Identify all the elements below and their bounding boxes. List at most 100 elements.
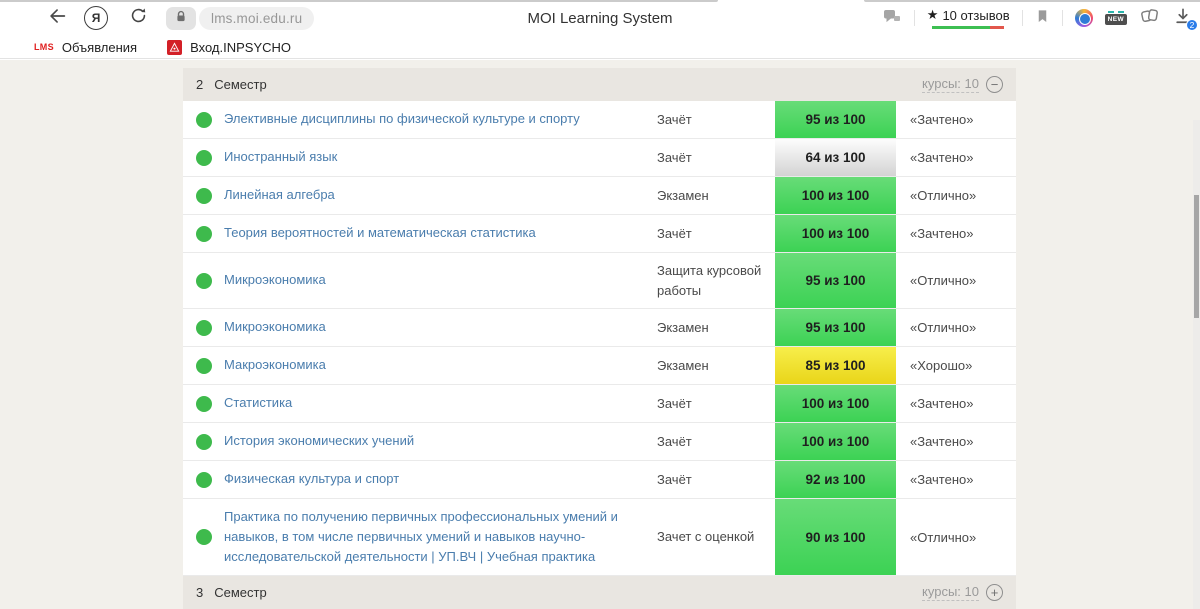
table-row: Статистика Зачёт 100 из 100 «Зачтено» (183, 385, 1016, 423)
course-status-dot-icon (196, 112, 212, 128)
refresh-button[interactable] (126, 6, 150, 30)
collections-button[interactable] (1139, 6, 1161, 31)
scrollbar-track (1193, 120, 1200, 609)
semester-3-controls: курсы: 10 + (922, 584, 1003, 601)
course-link[interactable]: Статистика (224, 385, 657, 421)
grade-text: «Хорошо» (896, 350, 1016, 381)
score-cell: 100 из 100 (775, 423, 896, 460)
status-dot-cell (183, 226, 224, 242)
courses-count-link[interactable]: курсы: 10 (922, 76, 979, 93)
course-status-dot-icon (196, 150, 212, 166)
course-link[interactable]: Микроэкономика (224, 309, 657, 345)
new-extension-icon: NEW (1105, 14, 1127, 25)
toolbar-separator (1062, 10, 1063, 26)
semester-number: 3 (196, 585, 203, 600)
semester-2-header: 2 Семестр курсы: 10 − (183, 68, 1016, 101)
assessment-type: Экзамен (657, 178, 775, 214)
course-link[interactable]: Макроэкономика (224, 347, 657, 383)
rating-bar-negative (990, 26, 1004, 29)
collapse-semester-button[interactable]: − (986, 76, 1003, 93)
bookmark-page-button[interactable] (1035, 7, 1050, 30)
score-cell: 90 из 100 (775, 499, 896, 575)
score-cell: 95 из 100 (775, 101, 896, 138)
grade-text: «Отлично» (896, 265, 1016, 296)
grade-text: «Отлично» (896, 180, 1016, 211)
score-cell: 64 из 100 (775, 139, 896, 176)
semester-title: Семестр (214, 585, 266, 600)
expand-semester-button[interactable]: + (986, 584, 1003, 601)
table-row: Макроэкономика Экзамен 85 из 100 «Хорошо… (183, 347, 1016, 385)
bookmark-item-inpsycho[interactable]: Вход.INPSYCHO (167, 40, 291, 55)
course-link[interactable]: Теория вероятностей и математическая ста… (224, 215, 657, 251)
bookmark-label: Вход.INPSYCHO (190, 40, 291, 55)
bookmark-item-announcements[interactable]: LMS Объявления (34, 40, 137, 55)
yandex-home-button[interactable]: Я (84, 6, 108, 30)
bookmark-label: Объявления (62, 40, 137, 55)
new-extension-dashes-icon (1108, 11, 1124, 13)
lock-icon (175, 10, 187, 28)
semester-2-controls: курсы: 10 − (922, 76, 1003, 93)
toolbar-right-icons: ★ 10 отзывов NEW (882, 0, 1195, 36)
extension-new-button[interactable]: NEW (1105, 11, 1127, 25)
assessment-type: Защита курсовой работы (657, 253, 775, 308)
grade-text: «Зачтено» (896, 218, 1016, 249)
course-table-rows: Элективные дисциплины по физической куль… (183, 101, 1016, 576)
table-row: Теория вероятностей и математическая ста… (183, 215, 1016, 253)
course-link[interactable]: Элективные дисциплины по физической куль… (224, 101, 657, 137)
table-row: Физическая культура и спорт Зачёт 92 из … (183, 461, 1016, 499)
assessment-type: Зачёт (657, 424, 775, 460)
yandex-logo-icon: Я (92, 11, 101, 25)
course-status-dot-icon (196, 358, 212, 374)
downloads-button[interactable]: 2 (1173, 6, 1195, 30)
site-reviews-widget[interactable]: ★ 10 отзывов (927, 7, 1010, 29)
course-status-dot-icon (196, 188, 212, 204)
page-background: 2 Семестр курсы: 10 − Элективные дисципл… (0, 60, 1200, 609)
assessment-type: Зачёт (657, 216, 775, 252)
toolbar-separator (914, 10, 915, 26)
reviews-count-label: 10 отзывов (942, 8, 1009, 23)
status-dot-cell (183, 273, 224, 289)
course-link[interactable]: Практика по получению первичных професси… (224, 499, 657, 575)
courses-count-link[interactable]: курсы: 10 (922, 584, 979, 601)
course-link[interactable]: Линейная алгебра (224, 177, 657, 213)
grades-table: 2 Семестр курсы: 10 − Элективные дисципл… (183, 68, 1016, 609)
tab-strip-edge-left (0, 0, 718, 2)
grade-text: «Зачтено» (896, 142, 1016, 173)
status-dot-cell (183, 434, 224, 450)
assessment-type: Зачёт (657, 386, 775, 422)
browser-window: Я lms.moi.edu.ru MOI Learning System (0, 0, 1200, 609)
course-link[interactable]: Иностранный язык (224, 139, 657, 175)
address-bar[interactable]: lms.moi.edu.ru (199, 7, 314, 30)
back-button[interactable] (46, 6, 70, 30)
toolbar-separator (1022, 10, 1023, 26)
assessment-type: Зачёт (657, 140, 775, 176)
bookmark-flag-icon (1035, 7, 1050, 30)
status-dot-cell (183, 358, 224, 374)
rating-bar (932, 26, 1004, 29)
table-row: Микроэкономика Защита курсовой работы 95… (183, 253, 1016, 309)
status-dot-cell (183, 188, 224, 204)
course-link[interactable]: Микроэкономика (224, 262, 657, 298)
course-link[interactable]: Физическая культура и спорт (224, 461, 657, 497)
lms-favicon: LMS (34, 42, 54, 52)
grade-text: «Отлично» (896, 312, 1016, 343)
table-row: История экономических учений Зачёт 100 и… (183, 423, 1016, 461)
course-status-dot-icon (196, 320, 212, 336)
score-cell: 100 из 100 (775, 385, 896, 422)
downloads-count-badge: 2 (1186, 19, 1198, 31)
status-dot-cell (183, 112, 224, 128)
course-link[interactable]: История экономических учений (224, 423, 657, 459)
assessment-type: Экзамен (657, 348, 775, 384)
course-status-dot-icon (196, 529, 212, 545)
extension-circle-icon (1075, 9, 1093, 27)
course-status-dot-icon (196, 226, 212, 242)
extension-button[interactable] (1075, 9, 1093, 27)
course-status-dot-icon (196, 396, 212, 412)
rating-bar-positive (932, 26, 990, 29)
grade-text: «Зачтено» (896, 388, 1016, 419)
site-security-button[interactable] (166, 7, 196, 30)
score-cell: 85 из 100 (775, 347, 896, 384)
feedback-button[interactable] (882, 7, 902, 30)
scrollbar-thumb[interactable] (1194, 195, 1199, 318)
course-status-dot-icon (196, 472, 212, 488)
